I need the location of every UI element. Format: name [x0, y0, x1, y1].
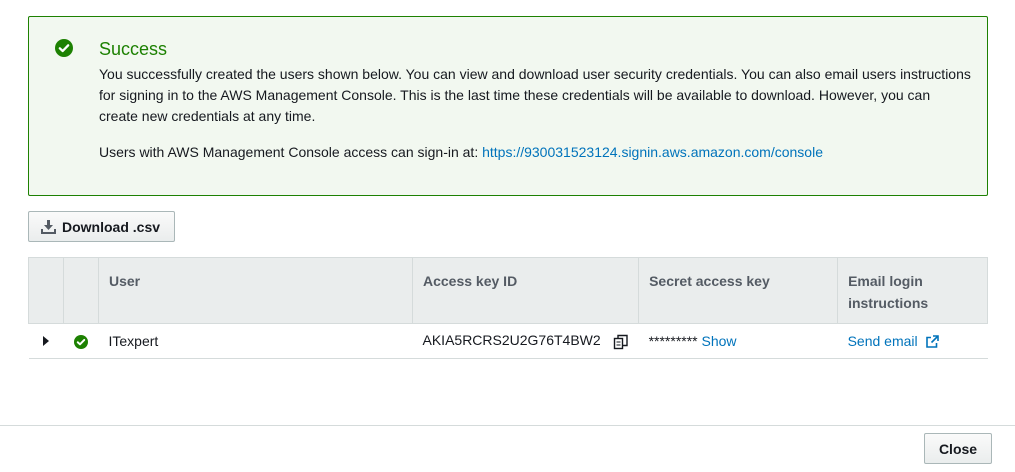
secret-key-mask: ********* — [648, 333, 698, 349]
expand-row-toggle[interactable] — [28, 323, 64, 359]
users-table: User Access key ID Secret access key Ema… — [28, 257, 988, 359]
signin-line: Users with AWS Management Console access… — [99, 142, 823, 163]
access-key-value: AKIA5RCRS2U2G76T4BW2 — [422, 332, 601, 349]
download-csv-button[interactable]: Download .csv — [28, 211, 175, 242]
send-email-link[interactable]: Send email — [848, 333, 918, 349]
caret-right-icon[interactable] — [43, 336, 49, 346]
access-key-column-header: Access key ID — [411, 257, 640, 324]
access-key-cell: AKIA5RCRS2U2G76T4BW2 — [412, 323, 639, 359]
table-row: ITexpert AKIA5RCRS2U2G76T4BW2 ********* … — [28, 323, 988, 359]
secret-key-cell: ********* Show — [638, 323, 838, 359]
row-status-cell — [63, 323, 99, 359]
download-icon — [41, 219, 56, 234]
alert-title: Success — [99, 39, 168, 59]
signin-prefix: Users with AWS Management Console access… — [99, 144, 483, 160]
status-column-header — [63, 257, 99, 324]
user-name-cell: ITexpert — [98, 323, 413, 359]
modal-footer — [0, 425, 1015, 472]
secret-key-column-header: Secret access key — [638, 257, 839, 324]
email-cell: Send email — [837, 323, 988, 359]
table-header-row: User Access key ID Secret access key Ema… — [28, 257, 988, 324]
external-link-icon[interactable] — [925, 335, 939, 349]
user-column-header: User — [98, 257, 413, 324]
copy-icon[interactable] — [613, 334, 629, 350]
check-circle-icon — [55, 39, 73, 57]
download-csv-label: Download .csv — [62, 218, 161, 235]
email-column-header: Email login instructions — [837, 257, 988, 324]
success-alert: Success You successfully created the use… — [28, 16, 988, 196]
close-button[interactable]: Close — [924, 433, 992, 464]
expand-column-header — [28, 257, 64, 324]
signin-url-link[interactable]: https://930031523124.signin.aws.amazon.c… — [482, 144, 823, 160]
alert-message: You successfully created the users shown… — [99, 66, 971, 124]
show-secret-link[interactable]: Show — [702, 333, 737, 349]
check-circle-icon — [74, 335, 88, 350]
